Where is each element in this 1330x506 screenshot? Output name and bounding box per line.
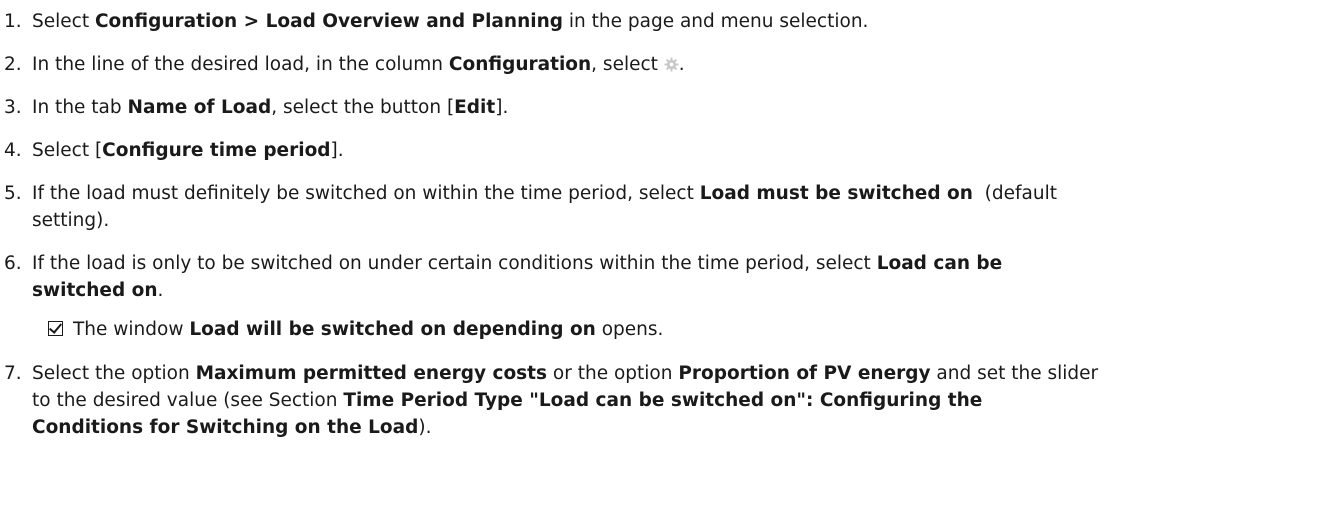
option-name: Maximum permitted energy costs [195,363,548,384]
step-2: 2. In the line of the desired load, in th… [4,51,1314,78]
step-text: or the option [547,363,679,384]
step-text: to the desired value (see Section [32,390,344,411]
button-name: Configure time period [102,140,331,161]
section-reference: Conditions for Switching on the Load [32,417,419,438]
checkbox-checked-icon [48,321,63,336]
result-text: opens. [595,319,664,340]
step-number: 2. [4,54,22,75]
step-text: Select [ [32,140,103,161]
section-reference: Time Period Type "Load can be switched o… [343,390,983,411]
step-6: 6. If the load is only to be switched on … [4,250,1314,304]
gear-icon [664,57,679,72]
step-text: In the line of the desired load, in the … [32,54,449,75]
result-text: The window [73,319,190,340]
step-text: In the tab [32,97,128,118]
step-number: 5. [4,183,22,204]
step-text: . [157,280,164,301]
step-text: ]. [495,97,509,118]
step-1: 1. Select Configuration > Load Overview a… [4,8,1314,35]
step-3: 3. In the tab Name of Load, select the bu… [4,94,1314,121]
window-name: Load will be switched on depending on [189,319,596,340]
step-text: Select [32,11,95,32]
column-name: Configuration [448,54,592,75]
step-text: , select [591,54,664,75]
result-line: The window Load will be switched on depe… [48,316,663,343]
button-name: Edit [454,97,496,118]
step-text: ). [418,417,432,438]
option-name: switched on [32,280,158,301]
step-text: ]. [330,140,344,161]
step-text: setting). [32,210,110,231]
step-4: 4. Select [Configure time period]. [4,137,1314,164]
menu-path: Configuration > Load Overview and Planni… [94,11,564,32]
step-text: and set the slider [930,363,1099,384]
step-number: 3. [4,97,22,118]
option-name: Proportion of PV energy [678,363,931,384]
step-text: If the load is only to be switched on un… [32,253,877,274]
option-name: Load can be [876,253,1003,274]
step-7: 7. Select the option Maximum permitted en… [4,360,1314,441]
step-number: 4. [4,140,22,161]
step-text: in the page and menu selection. [563,11,869,32]
instruction-list: 1. Select Configuration > Load Overview a… [0,0,1330,506]
step-number: 1. [4,11,22,32]
step-text: If the load must definitely be switched … [32,183,700,204]
step-text: . [678,54,685,75]
step-text: Select the option [32,363,196,384]
step-5: 5. If the load must definitely be switche… [4,180,1314,234]
tab-name: Name of Load [127,97,272,118]
step-text: , select the button [ [271,97,455,118]
step-number: 6. [4,253,22,274]
option-name: Load must be switched on [699,183,973,204]
step-text: (default [972,183,1057,204]
step-number: 7. [4,363,22,384]
